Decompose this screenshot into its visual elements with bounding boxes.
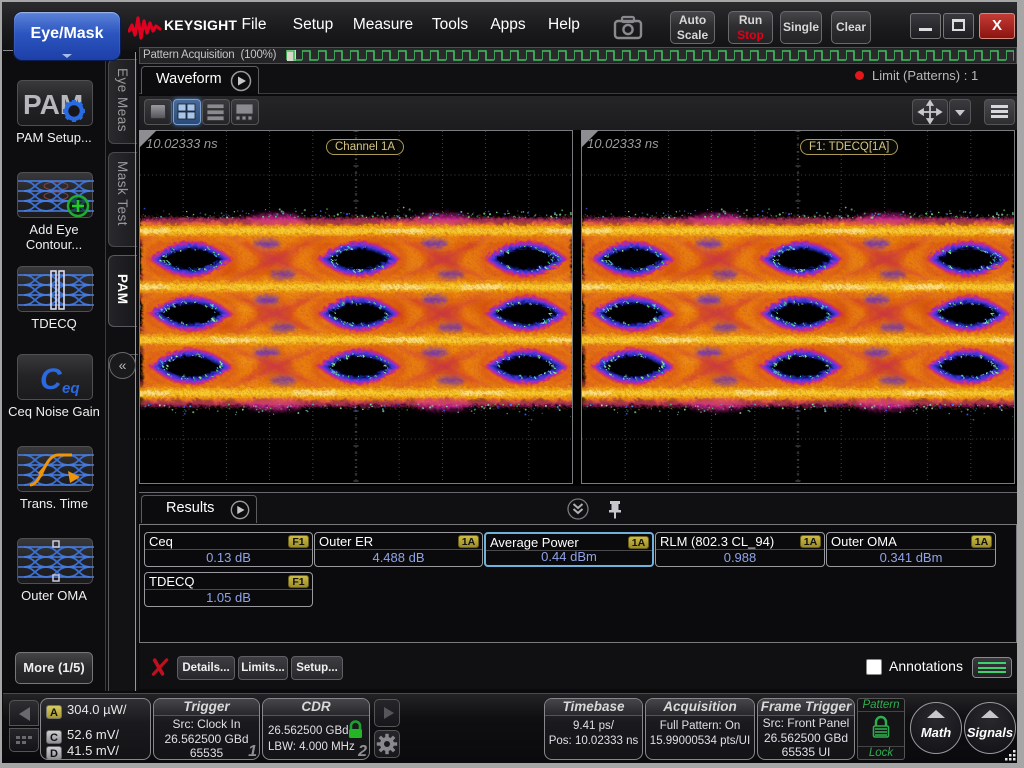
svg-text:C: C xyxy=(40,363,63,396)
svg-text:eq: eq xyxy=(62,380,80,397)
